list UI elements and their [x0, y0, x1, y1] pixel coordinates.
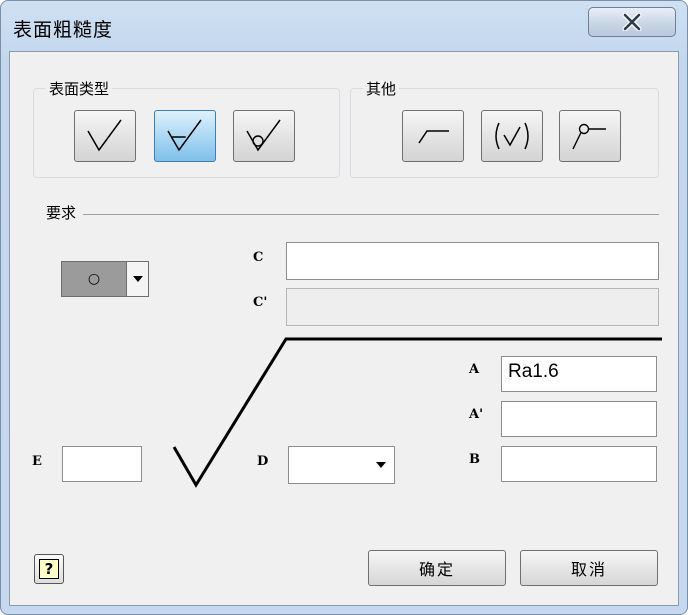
surface-symbol-diagram — [172, 337, 662, 488]
label-d: D — [257, 454, 269, 469]
b-field[interactable] — [501, 446, 657, 482]
label-a-prime: A' — [469, 407, 484, 422]
help-icon: ? — [39, 559, 59, 579]
dialog-body: 表面类型 其他 要求 ○ C C' A Ra1.6 A' B E D ? 确定 … — [9, 51, 679, 606]
dialog-window: 表面粗糙度 表面类型 其他 要求 ○ C C' A Ra1.6 A' B E D… — [0, 0, 688, 615]
cancel-button[interactable]: 取消 — [520, 550, 658, 586]
label-a: A — [469, 362, 480, 377]
window-title: 表面粗糙度 — [13, 19, 114, 41]
e-field[interactable] — [62, 446, 142, 482]
close-button[interactable] — [588, 7, 676, 37]
label-b: B — [469, 452, 480, 467]
d-combo[interactable] — [288, 446, 395, 484]
chevron-down-icon[interactable] — [376, 462, 386, 468]
close-icon — [622, 13, 642, 31]
help-button[interactable]: ? — [34, 554, 64, 584]
ok-button[interactable]: 确定 — [368, 550, 506, 586]
a-field[interactable]: Ra1.6 — [501, 356, 657, 392]
label-e: E — [32, 454, 42, 469]
a-prime-field[interactable] — [501, 401, 657, 437]
